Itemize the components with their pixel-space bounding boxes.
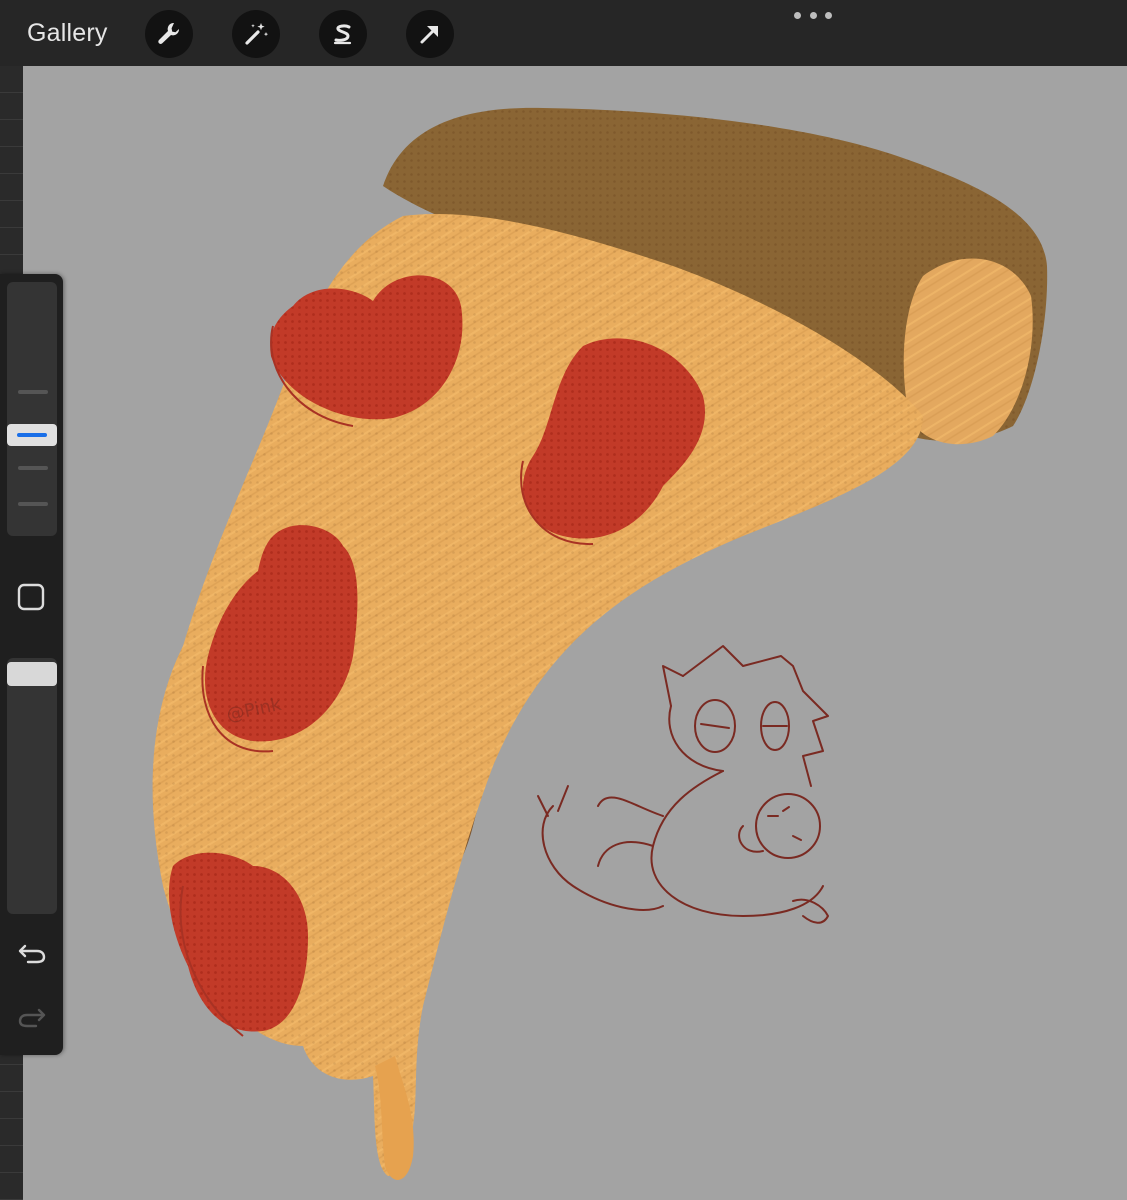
magic-wand-icon [245, 23, 269, 45]
redo-button[interactable] [16, 1000, 48, 1032]
artwork-pizza-slice: @Pink [152, 107, 1048, 1180]
adjustments-button[interactable] [232, 10, 280, 58]
redo-icon [18, 1008, 46, 1028]
opacity-slider[interactable] [7, 658, 57, 914]
modify-button[interactable] [16, 582, 46, 612]
wrench-icon [158, 22, 180, 44]
gallery-button[interactable]: Gallery [27, 18, 108, 48]
selection-s-icon [333, 24, 352, 45]
size-tick [18, 502, 48, 506]
undo-button[interactable] [16, 936, 48, 968]
undo-icon [18, 944, 46, 964]
cat-sketch [537, 645, 829, 924]
square-icon [17, 583, 45, 611]
actions-button[interactable] [145, 10, 193, 58]
arrow-cursor-icon [420, 26, 438, 44]
size-tick [18, 466, 48, 470]
brush-size-thumb[interactable] [7, 424, 57, 446]
size-tick [18, 390, 48, 394]
top-toolbar: Gallery [0, 0, 1127, 66]
left-sidebar [0, 274, 63, 1055]
opacity-thumb[interactable] [7, 662, 57, 686]
transform-button[interactable] [406, 10, 454, 58]
drawing-canvas[interactable]: @Pink [23, 66, 1127, 1200]
selection-button[interactable] [319, 10, 367, 58]
brush-size-slider[interactable] [7, 282, 57, 536]
more-dots-icon[interactable] [794, 6, 832, 24]
